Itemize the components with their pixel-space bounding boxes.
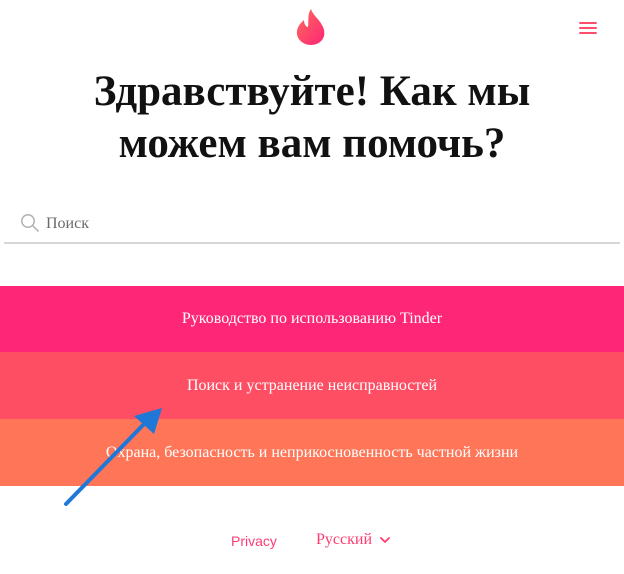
menu-bar: [579, 32, 597, 34]
category-label: Руководство по использованию Tinder: [181, 310, 443, 327]
category-user-guide[interactable]: Руководство по использованию Tinder: [0, 286, 624, 352]
category-label: Охрана, безопасность и неприкосновенност…: [105, 443, 519, 461]
search-bar: [4, 206, 620, 244]
category-label: Поиск и устранение неисправностей: [186, 376, 438, 394]
page-title: Здравствуйте! Как мы можем вам помочь?: [93, 68, 531, 167]
category-safety-privacy[interactable]: Охрана, безопасность и неприкосновенност…: [0, 419, 624, 486]
search-icon: [21, 214, 39, 232]
tinder-flame-icon[interactable]: [294, 8, 328, 46]
menu-bar: [579, 22, 597, 24]
language-selector[interactable]: Русский: [316, 531, 390, 549]
menu-bar: [579, 27, 597, 29]
hamburger-menu-icon[interactable]: [579, 22, 597, 38]
search-input[interactable]: [44, 210, 608, 238]
category-troubleshooting[interactable]: Поиск и устранение неисправностей: [0, 352, 624, 419]
language-label: Русский: [316, 531, 372, 548]
privacy-link[interactable]: Privacy: [231, 533, 277, 549]
chevron-down-icon: [380, 537, 390, 543]
